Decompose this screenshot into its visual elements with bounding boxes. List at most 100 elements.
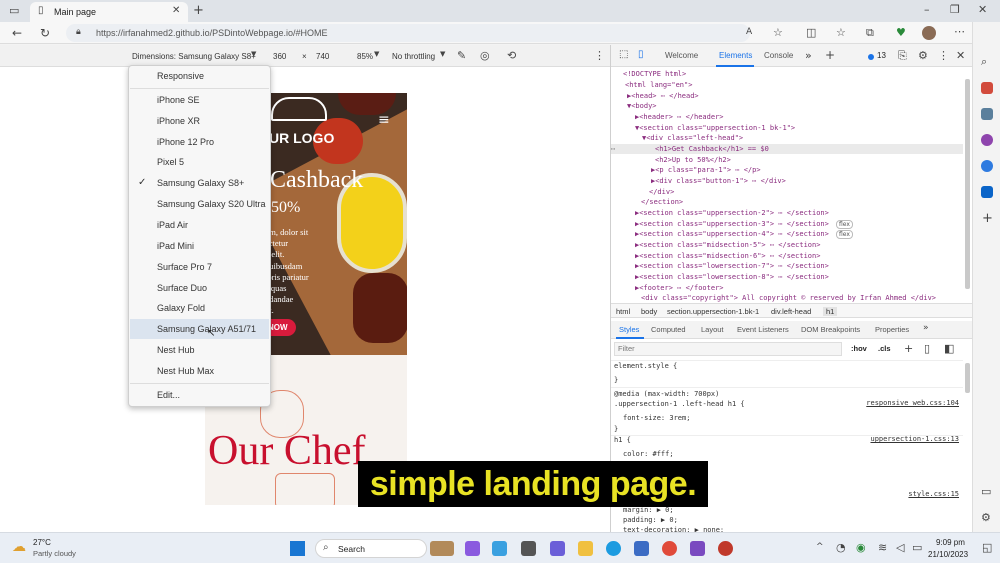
taskbar-search[interactable]: ⌕ Search: [315, 539, 427, 558]
dom-node[interactable]: ▶<p class="para-1"> ⋯ </p>: [651, 165, 761, 175]
css-rule-line[interactable]: element.style {: [614, 361, 677, 371]
sidebar-toggle-icon[interactable]: ◧: [944, 343, 954, 354]
breadcrumb-item[interactable]: section.uppersection-1.bk-1: [667, 307, 759, 316]
rotate-icon[interactable]: ⟲: [507, 50, 516, 61]
breadcrumb-item[interactable]: div.left-head: [771, 307, 811, 316]
wifi-icon[interactable]: ≋: [878, 542, 887, 553]
weather-condition[interactable]: Partly cloudy: [33, 549, 76, 558]
start-icon[interactable]: [290, 541, 305, 556]
dom-node[interactable]: ▼<body>: [627, 101, 657, 111]
devtools-more-icon[interactable]: ⋮: [938, 50, 949, 61]
device-option[interactable]: Surface Pro 7: [130, 257, 269, 277]
breadcrumb-item[interactable]: body: [641, 307, 657, 316]
css-declaration[interactable]: color: #fff;: [623, 449, 674, 459]
device-option[interactable]: iPad Air: [130, 215, 269, 235]
device-toggle-icon[interactable]: ▯: [638, 50, 644, 60]
battery-icon[interactable]: ▭: [912, 542, 922, 553]
css-source-link[interactable]: uppersection-1.css:13: [870, 435, 959, 443]
hover-state-toggle[interactable]: :hov: [851, 344, 867, 353]
tab-elements[interactable]: Elements: [719, 51, 752, 60]
minimize-icon[interactable]: –: [924, 4, 930, 15]
microsoft365-icon[interactable]: [981, 160, 993, 172]
dom-node-selected[interactable]: <h1>Get Cashback</h1> == $0: [655, 144, 769, 154]
css-source-link[interactable]: responsive_web.css:104: [866, 399, 959, 407]
device-option[interactable]: iPhone XR: [130, 111, 269, 131]
breadcrumb-item[interactable]: html: [616, 307, 630, 316]
tray-chevron-icon[interactable]: ^: [816, 543, 824, 552]
inspect-icon[interactable]: ⬚: [619, 50, 628, 60]
settings-gear-icon[interactable]: ⚙: [918, 50, 928, 61]
new-rule-icon[interactable]: +: [904, 343, 913, 354]
hamburger-menu-icon[interactable]: ≡: [378, 113, 390, 127]
height-field[interactable]: 740: [316, 52, 329, 61]
device-option[interactable]: Samsung Galaxy S20 Ultra: [130, 194, 269, 214]
tab-event-listeners[interactable]: Event Listeners: [737, 325, 789, 334]
dom-node[interactable]: ▶<section class="midsection-6"> ⋯ </sect…: [635, 251, 820, 261]
favorites-icon[interactable]: ☆: [836, 27, 846, 38]
flex-badge[interactable]: flex: [836, 220, 853, 229]
browser-essentials-icon[interactable]: ♥: [896, 27, 906, 38]
selected-dom-row[interactable]: ⋯ <h1>Get Cashback</h1> == $0: [611, 144, 963, 154]
address-field[interactable]: 🔒︎ https://irfanahmed2.github.io/PSDinto…: [66, 24, 783, 42]
dom-node[interactable]: </section>: [641, 197, 683, 207]
dom-node[interactable]: ▶<div class="button-1"> ⋯ </div>: [651, 176, 786, 186]
css-selector[interactable]: h1 {: [614, 435, 631, 445]
tab-dom-breakpoints[interactable]: DOM Breakpoints: [801, 325, 860, 334]
teams-icon[interactable]: [550, 541, 565, 556]
sidebar-search-icon[interactable]: ⌕: [981, 56, 987, 67]
add-tab-icon[interactable]: +: [825, 49, 835, 61]
volume-icon[interactable]: ◁: [896, 542, 904, 553]
app-icon[interactable]: [718, 541, 733, 556]
dom-node[interactable]: ▶<section class="lowersection-7"> ⋯ </se…: [635, 261, 829, 271]
tray-app-icon[interactable]: ◔: [836, 542, 846, 553]
device-option-selected[interactable]: Samsung Galaxy S8+: [130, 173, 269, 193]
browser-tab[interactable]: ▯ Main page ✕: [30, 2, 188, 22]
close-window-icon[interactable]: ✕: [978, 4, 987, 15]
dom-scrollbar[interactable]: [965, 79, 970, 289]
dimensions-dropdown[interactable]: Dimensions: Samsung Galaxy S8+: [132, 52, 256, 61]
device-option[interactable]: Responsive: [130, 66, 269, 86]
tab-properties[interactable]: Properties: [875, 325, 909, 334]
filter-input[interactable]: Filter: [614, 342, 842, 356]
zoom-chevron-icon[interactable]: ▼: [374, 51, 379, 58]
read-aloud-icon[interactable]: A: [746, 28, 752, 37]
more-icon[interactable]: ⋯: [954, 26, 965, 37]
issue-count[interactable]: 13: [877, 51, 886, 60]
device-option[interactable]: Nest Hub Max: [130, 361, 269, 381]
dom-node[interactable]: <div class="copyright"> All copyright © …: [641, 293, 936, 303]
split-screen-icon[interactable]: ◫: [806, 27, 816, 38]
tab-computed[interactable]: Computed: [651, 325, 686, 334]
clock-date[interactable]: 21/10/2023: [928, 550, 968, 559]
css-declaration[interactable]: padding: ▶ 0;: [623, 515, 678, 525]
device-option-hovered[interactable]: Samsung Galaxy A51/71: [130, 319, 269, 339]
device-option[interactable]: Surface Duo: [130, 278, 269, 298]
device-more-icon[interactable]: ⋮: [594, 50, 605, 61]
device-option[interactable]: iPhone 12 Pro: [130, 132, 269, 152]
games-icon[interactable]: [981, 134, 993, 146]
dom-node[interactable]: ▶<section class="lowersection-8"> ⋯ </se…: [635, 272, 829, 282]
css-media-query[interactable]: @media (max-width: 700px): [614, 389, 719, 399]
dom-node[interactable]: <h2>Up to 50%</h2>: [655, 155, 731, 165]
dom-node[interactable]: ▼<section class="uppersection-1 bk-1">: [635, 123, 795, 133]
more-style-tabs-icon[interactable]: »: [923, 324, 929, 333]
tray-status-icon[interactable]: ◉: [856, 542, 866, 553]
tab-welcome[interactable]: Welcome: [665, 51, 698, 60]
chat-icon[interactable]: [492, 541, 507, 556]
favorite-star-icon[interactable]: ☆: [773, 27, 783, 38]
dom-node[interactable]: ▶<section class="uppersection-2"> ⋯ </se…: [635, 208, 829, 218]
weather-temperature[interactable]: 27°C: [33, 538, 51, 547]
close-tab-icon[interactable]: ✕: [172, 6, 180, 16]
width-field[interactable]: 360: [273, 52, 286, 61]
vision-icon[interactable]: ◎: [480, 50, 490, 61]
sensor-icon[interactable]: ✎: [457, 50, 466, 61]
css-rule-line[interactable]: }: [614, 375, 618, 385]
outlook-icon[interactable]: [981, 186, 993, 198]
new-tab-icon[interactable]: +: [193, 4, 204, 17]
throttling-dropdown[interactable]: No throttling: [392, 52, 435, 61]
tab-console[interactable]: Console: [764, 51, 793, 60]
zoom-dropdown[interactable]: 85%: [357, 52, 373, 61]
device-option[interactable]: iPad Mini: [130, 236, 269, 256]
css-rule-line[interactable]: }: [614, 424, 618, 434]
css-selector[interactable]: .uppersection-1 .left-head h1 {: [614, 399, 745, 409]
dom-node[interactable]: ▶<section class="uppersection-4"> ⋯ </se…: [635, 229, 829, 239]
